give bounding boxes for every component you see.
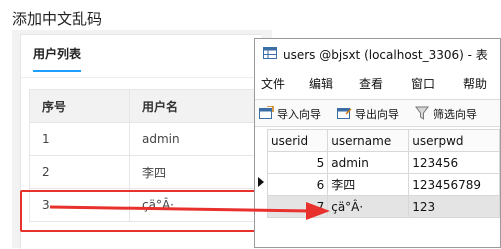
current-row-indicator-icon — [258, 177, 264, 187]
grid-column-userpwd[interactable]: userpwd — [408, 129, 500, 152]
export-wizard-label: 导出向导 — [355, 108, 399, 121]
menu-file[interactable]: 文件 — [261, 75, 285, 92]
highlight-box — [20, 190, 270, 232]
cell-index: 1 — [29, 122, 130, 156]
cell-index: 2 — [29, 155, 130, 189]
import-wizard-label: 导入向导 — [277, 108, 321, 121]
tab-divider — [21, 77, 261, 78]
table-row: 1 admin — [29, 122, 269, 156]
grid-cell-username[interactable]: 李四 — [327, 173, 410, 196]
grid-cell-userid[interactable]: 5 — [266, 151, 329, 174]
cell-username: admin — [129, 122, 269, 156]
menu-bar: 文件 编辑 查看 窗口 帮助 — [255, 71, 500, 93]
grid-row[interactable]: 5 admin 123456 — [266, 151, 500, 174]
import-wizard-button[interactable]: 导入向导 — [259, 105, 331, 121]
menu-view[interactable]: 查看 — [359, 75, 383, 92]
filter-icon — [415, 106, 429, 120]
import-icon — [259, 106, 274, 119]
menu-help[interactable]: 帮助 — [463, 75, 487, 92]
filter-wizard-button[interactable]: 筛选向导 — [415, 105, 495, 121]
grid-cell-userpwd[interactable]: 123 — [408, 195, 500, 218]
grid-cell-userpwd[interactable]: 123456789 — [408, 173, 500, 196]
grid-column-userid[interactable]: userid — [266, 129, 329, 152]
grid-area: userid username userpwd 5 admin 123456 6… — [255, 127, 500, 247]
table-icon — [263, 47, 277, 59]
data-grid: userid username userpwd 5 admin 123456 6… — [266, 129, 500, 218]
grid-cell-username[interactable]: çä°Â· — [327, 195, 410, 218]
table-editor-window: users @bjsxt (localhost_3306) - 表 文件 编辑 … — [254, 38, 501, 248]
table-header-row: 序号 用户名 — [29, 89, 269, 123]
tab-user-list[interactable]: 用户列表 — [33, 45, 82, 72]
column-header-index: 序号 — [29, 89, 130, 123]
grid-row[interactable]: 6 李四 123456789 — [266, 173, 500, 196]
window-title: users @bjsxt (localhost_3306) - 表 — [283, 48, 488, 62]
menu-window[interactable]: 窗口 — [411, 75, 435, 92]
filter-wizard-label: 筛选向导 — [433, 108, 477, 121]
export-icon — [337, 108, 352, 119]
grid-header-row: userid username userpwd — [266, 129, 500, 152]
grid-cell-userpwd[interactable]: 123456 — [408, 151, 500, 174]
grid-row[interactable]: 7 çä°Â· 123 — [266, 195, 500, 218]
title-bar[interactable]: users @bjsxt (localhost_3306) - 表 — [255, 39, 500, 69]
grid-cell-userid[interactable]: 7 — [266, 195, 329, 218]
cell-username: 李四 — [129, 155, 269, 189]
export-wizard-button[interactable]: 导出向导 — [337, 105, 409, 121]
grid-cell-username[interactable]: admin — [327, 151, 410, 174]
page-title: 添加中文乱码 — [12, 10, 103, 28]
column-header-username: 用户名 — [129, 89, 269, 123]
grid-column-username[interactable]: username — [327, 129, 410, 152]
table-row: 2 李四 — [29, 155, 269, 189]
grid-cell-userid[interactable]: 6 — [266, 173, 329, 196]
toolbar: 导入向导 导出向导 筛选向导 — [255, 99, 500, 127]
menu-edit[interactable]: 编辑 — [309, 75, 333, 92]
